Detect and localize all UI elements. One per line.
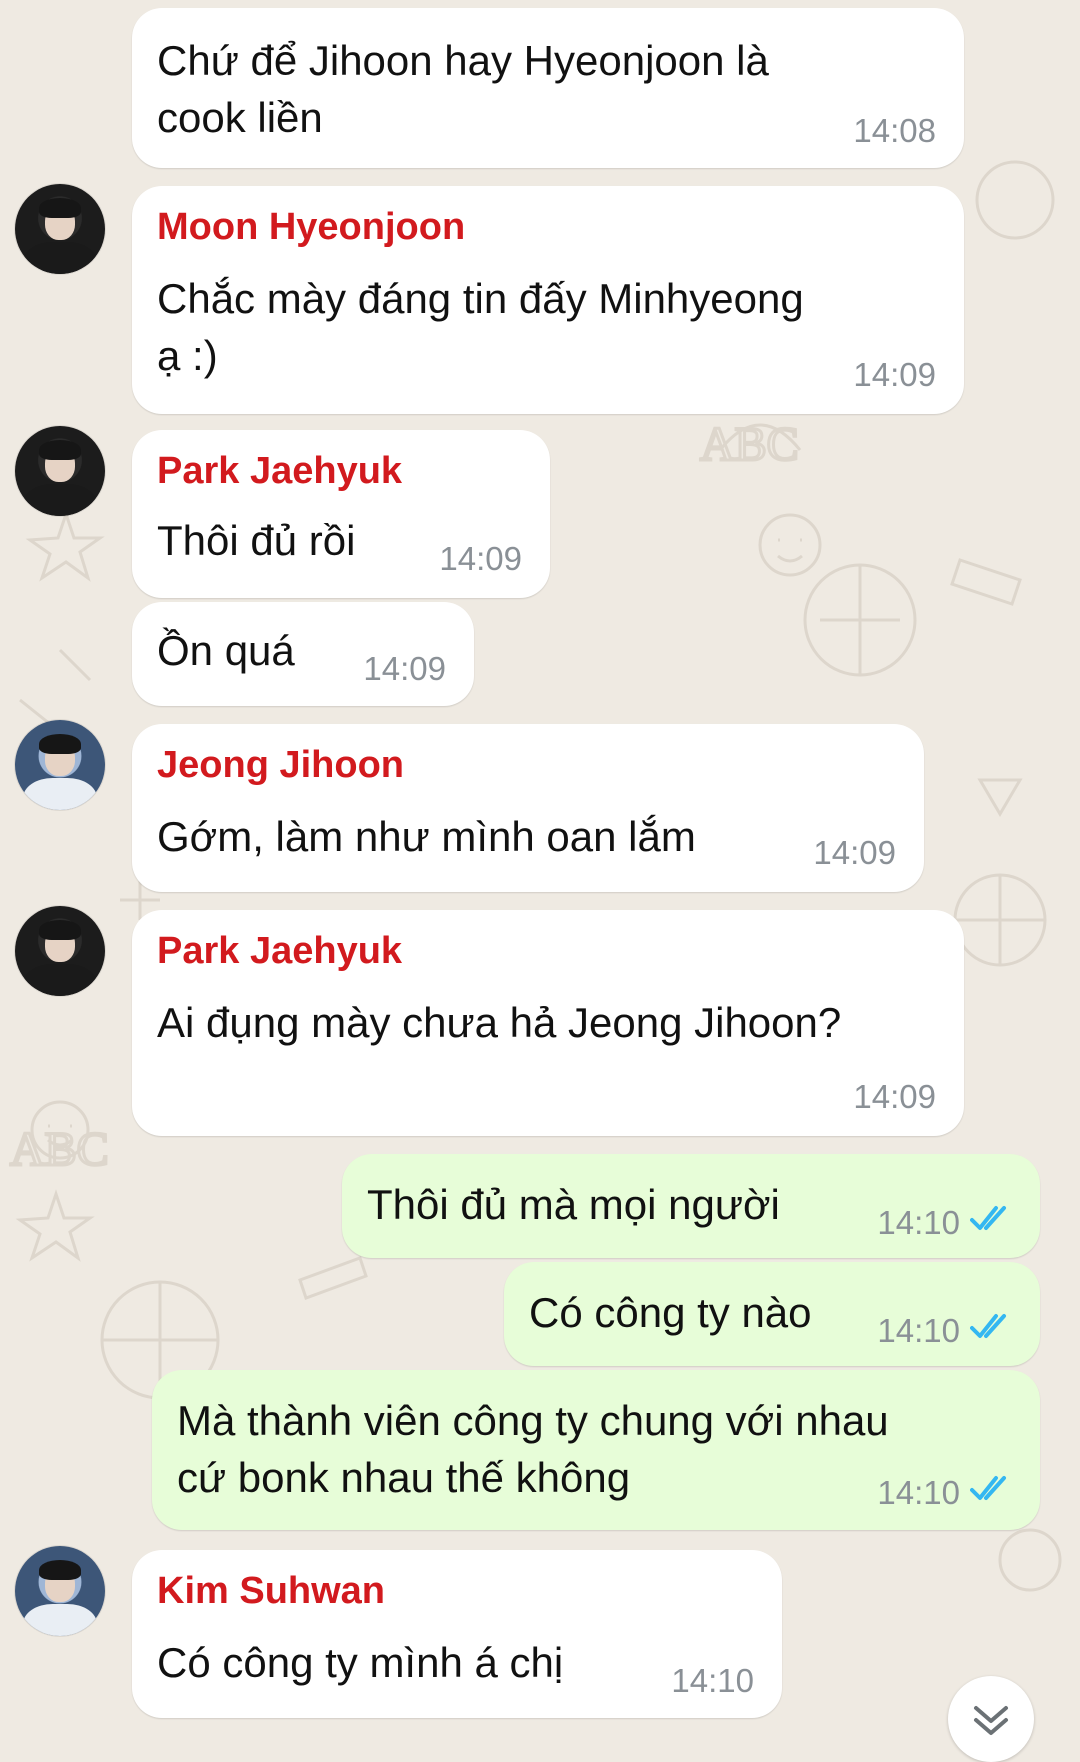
message-time: 14:10 xyxy=(877,1474,960,1511)
sender-name[interactable]: Moon Hyeonjoon xyxy=(157,206,465,249)
message-time: 14:09 xyxy=(363,650,446,687)
message-text: Thôi đủ rồi xyxy=(157,517,356,564)
double-check-icon xyxy=(970,1476,1006,1500)
message-time: 14:10 xyxy=(877,1312,960,1349)
avatar[interactable] xyxy=(15,720,105,810)
message-bubble[interactable]: Park Jaehyuk Ai đụng mày chưa hả Jeong J… xyxy=(132,910,964,1136)
message-time: 14:09 xyxy=(439,540,522,577)
svg-text:ABC: ABC xyxy=(10,1123,109,1176)
message-text: Mà thành viên công ty chung với nhau cứ … xyxy=(177,1397,889,1501)
message-bubble[interactable]: Jeong Jihoon Gớm, làm như mình oan lắm 1… xyxy=(132,724,924,892)
message-time: 14:09 xyxy=(813,834,896,871)
message-bubble[interactable]: Ồn quá 14:09 xyxy=(132,602,474,706)
message-text: Gớm, làm như mình oan lắm xyxy=(157,813,696,860)
message-bubble-outgoing[interactable]: Thôi đủ mà mọi người 14:10 xyxy=(342,1154,1040,1258)
message-time: 14:09 xyxy=(853,1078,936,1115)
chevron-down-icon xyxy=(974,1706,1008,1735)
double-check-icon xyxy=(970,1314,1006,1338)
avatar[interactable] xyxy=(15,184,105,274)
avatar[interactable] xyxy=(15,906,105,996)
message-bubble-outgoing[interactable]: Có công ty nào 14:10 xyxy=(504,1262,1040,1366)
message-time: 14:08 xyxy=(853,112,936,149)
sender-name[interactable]: Park Jaehyuk xyxy=(157,450,402,493)
avatar[interactable] xyxy=(15,1546,105,1636)
sender-name[interactable]: Jeong Jihoon xyxy=(157,744,404,787)
message-text: Ai đụng mày chưa hả Jeong Jihoon? xyxy=(157,999,842,1046)
svg-text:ABC: ABC xyxy=(700,418,799,471)
message-text: Chứ để Jihoon hay Hyeonjoon là cook liền xyxy=(157,37,769,141)
message-bubble-outgoing[interactable]: Mà thành viên công ty chung với nhau cứ … xyxy=(152,1370,1040,1530)
message-bubble[interactable]: Park Jaehyuk Thôi đủ rồi 14:09 xyxy=(132,430,550,598)
message-bubble[interactable]: Kim Suhwan Có công ty mình á chị 14:10 xyxy=(132,1550,782,1718)
message-text: Chắc mày đáng tin đấy Minhyeong ạ :) xyxy=(157,275,804,379)
message-bubble[interactable]: Moon Hyeonjoon Chắc mày đáng tin đấy Min… xyxy=(132,186,964,414)
message-time: 14:10 xyxy=(671,1662,754,1699)
avatar[interactable] xyxy=(15,426,105,516)
message-bubble[interactable]: Chứ để Jihoon hay Hyeonjoon là cook liền… xyxy=(132,8,964,168)
sender-name[interactable]: Park Jaehyuk xyxy=(157,930,402,973)
message-time: 14:10 xyxy=(877,1204,960,1241)
scroll-to-bottom-button[interactable] xyxy=(948,1676,1034,1762)
message-text: Thôi đủ mà mọi người xyxy=(367,1181,780,1228)
double-check-icon xyxy=(970,1206,1006,1230)
message-text: Ồn quá xyxy=(157,627,295,674)
message-time: 14:09 xyxy=(853,356,936,393)
message-text: Có công ty mình á chị xyxy=(157,1639,564,1686)
message-text: Có công ty nào xyxy=(529,1289,812,1336)
sender-name[interactable]: Kim Suhwan xyxy=(157,1570,385,1613)
